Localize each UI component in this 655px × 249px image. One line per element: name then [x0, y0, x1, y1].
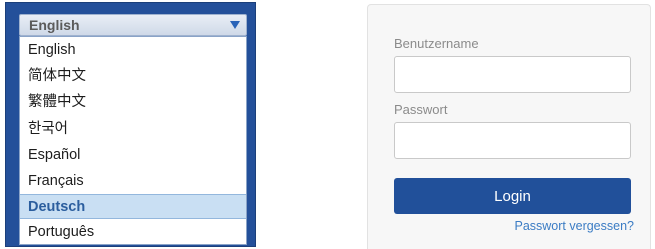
- language-option-simplified-chinese[interactable]: 简体中文: [20, 64, 246, 89]
- language-option-english[interactable]: English: [20, 38, 246, 63]
- language-option-korean[interactable]: 한국어: [20, 117, 246, 142]
- language-option-german[interactable]: Deutsch: [20, 194, 246, 219]
- language-option-traditional-chinese[interactable]: 繁體中文: [20, 90, 246, 115]
- language-option-spanish[interactable]: Español: [20, 143, 246, 168]
- language-select-value: English: [29, 17, 80, 33]
- login-card: Benutzername Passwort Login Passwort ver…: [367, 4, 651, 249]
- language-dropdown-list: English 简体中文 繁體中文 한국어 Español Français D…: [19, 36, 247, 245]
- login-button[interactable]: Login: [394, 178, 631, 214]
- chevron-down-icon[interactable]: [230, 21, 240, 29]
- language-option-portuguese[interactable]: Português: [20, 220, 246, 245]
- language-panel: English English 简体中文 繁體中文 한국어 Español Fr…: [5, 2, 256, 247]
- username-label: Benutzername: [394, 36, 479, 51]
- password-label: Passwort: [394, 102, 448, 117]
- username-input[interactable]: [394, 56, 631, 93]
- language-option-french[interactable]: Français: [20, 169, 246, 194]
- forgot-password-link[interactable]: Passwort vergessen?: [514, 219, 634, 233]
- password-input[interactable]: [394, 122, 631, 159]
- language-select[interactable]: English: [19, 14, 247, 36]
